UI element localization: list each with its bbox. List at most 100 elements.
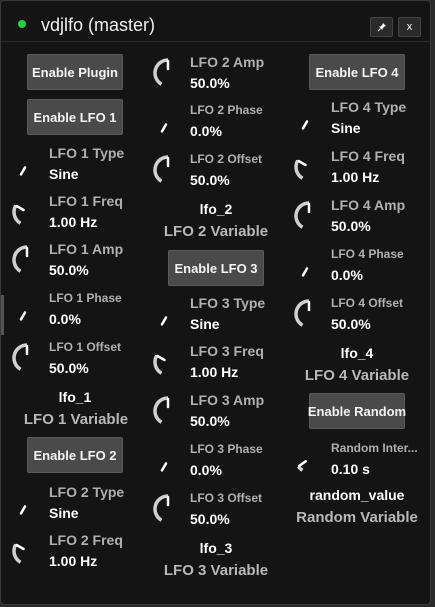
lfo3-freq-label: LFO 3 Freq <box>190 343 264 359</box>
plugin-window: vdjlfo (master) x Enable Plugin Enable L… <box>0 0 431 605</box>
lfo3-freq-value: 1.00 Hz <box>190 364 239 380</box>
lfo2-phase-knob[interactable] <box>152 105 184 137</box>
lfo4-phase-knob[interactable] <box>293 249 325 281</box>
lfo2-phase-value: 0.0% <box>190 123 222 139</box>
enable-random-button[interactable]: Enable Random <box>308 393 406 429</box>
lfo1-offset-label: LFO 1 Offset <box>49 340 122 354</box>
knob-indicator <box>160 462 168 472</box>
lfo2-type-knob[interactable] <box>11 487 43 519</box>
lfo4-freq-control: LFO 4 Freq 1.00 Hz <box>293 145 433 191</box>
lfo3-variable-description: LFO 3 Variable <box>163 562 269 579</box>
lfo1-type-label: LFO 1 Type <box>49 145 125 161</box>
lfo2-amp-control: LFO 2 Amp 50.0% <box>152 51 292 97</box>
lfo4-freq-value: 1.00 Hz <box>331 169 380 185</box>
lfo1-type-value: Sine <box>49 166 79 182</box>
random-interval-knob[interactable] <box>293 443 325 475</box>
window-title: vdjlfo (master) <box>41 15 156 35</box>
lfo3-amp-control: LFO 3 Amp 50.0% <box>152 389 292 435</box>
lfo1-type-knob[interactable] <box>11 148 43 180</box>
lfo2-offset-knob[interactable] <box>152 154 184 186</box>
lfo4-freq-knob[interactable] <box>293 151 325 183</box>
lfo3-freq-knob[interactable] <box>152 346 184 378</box>
knob-arc <box>294 201 310 229</box>
lfo1-phase-knob[interactable] <box>11 293 43 325</box>
enable-lfo4-button[interactable]: Enable LFO 4 <box>309 54 405 90</box>
lfo3-freq-control: LFO 3 Freq 1.00 Hz <box>152 340 292 386</box>
lfo3-offset-control: LFO 3 Offset 50.0% <box>152 487 292 533</box>
lfo1-offset-knob[interactable] <box>11 342 43 374</box>
knob-indicator <box>15 543 25 551</box>
lfo4-offset-label: LFO 4 Offset <box>331 296 404 310</box>
lfo4-phase-value: 0.0% <box>331 267 363 283</box>
lfo3-type-knob[interactable] <box>152 298 184 330</box>
lfo1-freq-value: 1.00 Hz <box>49 214 98 230</box>
random-interval-value: 0.10 s <box>331 461 370 477</box>
lfo2-amp-knob[interactable] <box>152 57 184 89</box>
lfo2-type-label: LFO 2 Type <box>49 484 125 500</box>
lfo4-offset-control: LFO 4 Offset 50.0% <box>293 292 433 338</box>
close-button[interactable]: x <box>398 17 421 37</box>
lfo3-amp-knob[interactable] <box>152 395 184 427</box>
lfo1-freq-knob[interactable] <box>11 196 43 228</box>
lfo1-type-control: LFO 1 Type Sine <box>11 142 151 188</box>
knob-arc <box>153 155 169 183</box>
knob-arc <box>12 245 28 273</box>
lfo1-offset-value: 50.0% <box>49 360 89 376</box>
knob-indicator <box>301 120 309 130</box>
status-dot-icon <box>18 20 26 28</box>
knob-indicator <box>160 316 168 326</box>
knob-indicator <box>15 204 25 212</box>
knob-indicator <box>297 460 307 468</box>
lfo1-phase-label: LFO 1 Phase <box>49 291 122 305</box>
enable-lfo3-button[interactable]: Enable LFO 3 <box>168 250 264 286</box>
random-variable-name: random_value <box>309 487 405 503</box>
lfo3-phase-value: 0.0% <box>190 462 222 478</box>
random-interval-label: Random Inter... <box>331 441 418 455</box>
enable-plugin-button[interactable]: Enable Plugin <box>27 54 123 90</box>
knob-indicator <box>19 505 27 515</box>
lfo1-variable-description: LFO 1 Variable <box>23 411 129 428</box>
lfo1-amp-knob[interactable] <box>11 244 43 276</box>
lfo4-freq-label: LFO 4 Freq <box>331 148 405 164</box>
lfo2-variable-description: LFO 2 Variable <box>163 223 269 240</box>
lfo3-phase-label: LFO 3 Phase <box>190 442 263 456</box>
resize-grip[interactable] <box>1 295 4 335</box>
lfo4-type-control: LFO 4 Type Sine <box>293 96 433 142</box>
lfo3-type-control: LFO 3 Type Sine <box>152 292 292 338</box>
lfo4-offset-knob[interactable] <box>293 298 325 330</box>
lfo1-phase-value: 0.0% <box>49 311 81 327</box>
enable-lfo1-button[interactable]: Enable LFO 1 <box>27 99 123 135</box>
lfo2-freq-control: LFO 2 Freq 1.00 Hz <box>11 529 151 575</box>
lfo3-offset-knob[interactable] <box>152 493 184 525</box>
lfo2-offset-value: 50.0% <box>190 172 230 188</box>
knob-indicator <box>19 166 27 176</box>
lfo4-type-knob[interactable] <box>293 102 325 134</box>
lfo4-amp-label: LFO 4 Amp <box>331 197 406 213</box>
lfo4-amp-knob[interactable] <box>293 200 325 232</box>
lfo2-amp-value: 50.0% <box>190 75 230 91</box>
pin-button[interactable] <box>370 17 393 37</box>
knob-indicator <box>160 123 168 133</box>
knob-indicator <box>297 159 307 167</box>
lfo3-phase-knob[interactable] <box>152 444 184 476</box>
lfo2-phase-label: LFO 2 Phase <box>190 103 263 117</box>
lfo1-freq-control: LFO 1 Freq 1.00 Hz <box>11 190 151 236</box>
lfo1-freq-label: LFO 1 Freq <box>49 193 123 209</box>
lfo2-offset-label: LFO 2 Offset <box>190 152 263 166</box>
enable-lfo2-button[interactable]: Enable LFO 2 <box>27 437 123 473</box>
lfo1-amp-control: LFO 1 Amp 50.0% <box>11 238 151 284</box>
lfo3-offset-label: LFO 3 Offset <box>190 491 263 505</box>
title-bar[interactable]: vdjlfo (master) x <box>1 1 430 42</box>
lfo4-variable-name: lfo_4 <box>340 345 374 361</box>
lfo4-type-label: LFO 4 Type <box>331 99 407 115</box>
lfo4-offset-value: 50.0% <box>331 316 371 332</box>
lfo2-freq-knob[interactable] <box>11 535 43 567</box>
lfo3-amp-value: 50.0% <box>190 413 230 429</box>
lfo4-variable-description: LFO 4 Variable <box>304 367 410 384</box>
lfo1-amp-value: 50.0% <box>49 262 89 278</box>
lfo3-phase-control: LFO 3 Phase 0.0% <box>152 438 292 484</box>
knob-arc <box>153 58 169 86</box>
knob-arc <box>12 343 28 371</box>
lfo3-offset-value: 50.0% <box>190 511 230 527</box>
knob-indicator <box>19 311 27 321</box>
